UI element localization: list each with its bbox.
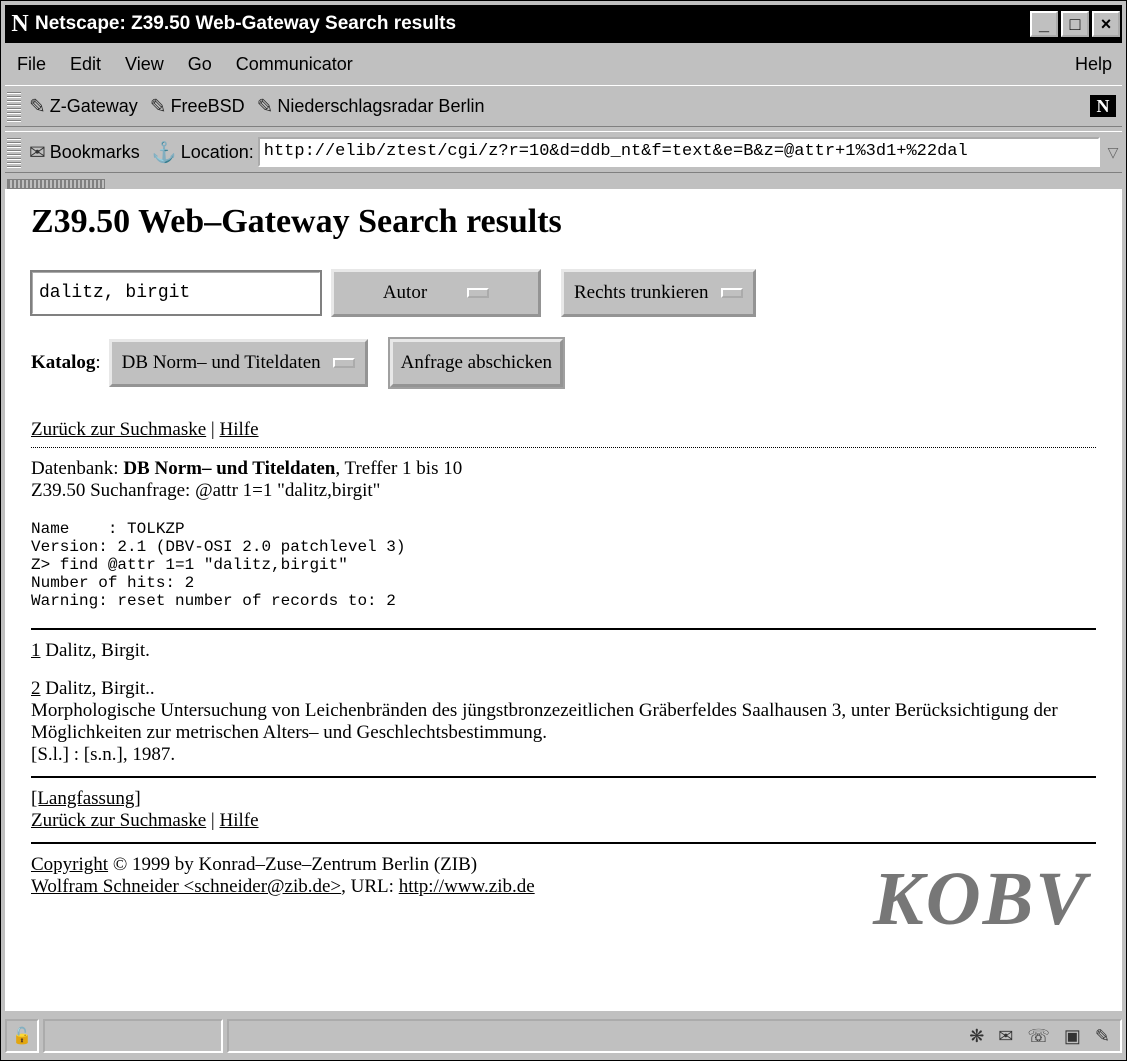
record-link[interactable]: 1 xyxy=(31,640,41,661)
back-to-search-link[interactable]: Zurück zur Suchmaske xyxy=(31,419,206,440)
field-select[interactable]: Autor xyxy=(331,269,541,317)
record-link[interactable]: 2 xyxy=(31,678,41,699)
long-format-row: [Langfassung] xyxy=(31,788,1096,810)
search-row: dalitz, birgit Autor Rechts trunkieren xyxy=(30,269,1096,317)
bookmark-icon: ✎ xyxy=(149,95,167,118)
personal-toolbar: ✎ Z-Gateway ✎ FreeBSD ✎ Niederschlagsradar … xyxy=(5,85,1122,127)
minimize-button[interactable]: _ xyxy=(1030,11,1058,37)
security-lock-icon[interactable]: 🔓 xyxy=(5,1019,39,1053)
menu-help[interactable]: Help xyxy=(1075,54,1122,75)
status-message: ❋ ✉ ☏ ▣ ✎ xyxy=(227,1019,1122,1053)
title-bar: N Netscape: Z39.50 Web-Gateway Search re… xyxy=(5,5,1122,43)
toolbar-grip[interactable] xyxy=(7,90,21,122)
url-dropdown-icon[interactable]: ▽ xyxy=(1104,137,1122,167)
db-hits: , Treffer 1 bis 10 xyxy=(335,458,463,479)
menu-file[interactable]: File xyxy=(5,54,58,75)
page-content: Z39.50 Web–Gateway Search results dalitz… xyxy=(5,189,1122,1011)
toolbar-collapse-tab[interactable] xyxy=(7,179,105,189)
network-icon[interactable]: ❋ xyxy=(969,1026,984,1047)
url-prefix: , URL: xyxy=(341,876,399,897)
browser-window: N Netscape: Z39.50 Web-Gateway Search re… xyxy=(0,0,1127,1061)
record-imprint: [S.l.] : [s.n.], 1987. xyxy=(31,744,176,765)
catalog-colon: : xyxy=(95,352,101,373)
location-label: ⚓ Location: xyxy=(152,140,254,165)
netscape-n-icon[interactable]: N xyxy=(1090,95,1116,117)
truncation-select-value: Rechts trunkieren xyxy=(574,282,709,303)
location-text: Location: xyxy=(180,141,254,162)
maximize-button[interactable]: □ xyxy=(1061,11,1089,37)
mail-icon[interactable]: ✉ xyxy=(998,1026,1013,1047)
divider xyxy=(31,447,1096,448)
link-separator: | xyxy=(210,810,215,831)
bookmark-label: Niederschlagsradar Berlin xyxy=(277,95,485,116)
bottom-links: Zurück zur Suchmaske | Hilfe xyxy=(31,810,1096,832)
close-button[interactable]: × xyxy=(1092,11,1120,37)
menu-bar: File Edit View Go Communicator Help xyxy=(5,47,1122,81)
select-indicator-icon xyxy=(467,288,490,298)
progress-cell xyxy=(43,1019,223,1053)
truncation-select[interactable]: Rechts trunkieren xyxy=(561,269,756,317)
zib-url-link[interactable]: http://www.zib.de xyxy=(399,876,535,897)
location-toolbar: ✉ Bookmarks ⚓ Location: http://elib/ztest/… xyxy=(5,131,1122,173)
catalog-select-value: DB Norm– und Titeldaten xyxy=(121,352,321,373)
menu-edit[interactable]: Edit xyxy=(58,54,113,75)
component-bar: ❋ ✉ ☏ ▣ ✎ xyxy=(969,1021,1120,1051)
edit-icon[interactable]: ✎ xyxy=(1095,1026,1110,1047)
query-info: Z39.50 Suchanfrage: @attr 1=1 "dalitz,bi… xyxy=(31,480,381,501)
page-title: Z39.50 Web–Gateway Search results xyxy=(31,203,562,240)
long-format-link[interactable]: [Langfassung] xyxy=(31,788,141,809)
menu-go[interactable]: Go xyxy=(176,54,224,75)
bookmark-icon: ✎ xyxy=(256,95,274,118)
record-title: Morphologische Untersuchung von Leichenb… xyxy=(31,700,1058,743)
menu-view[interactable]: View xyxy=(113,54,176,75)
bookmark-label: FreeBSD xyxy=(170,95,245,116)
help-link[interactable]: Hilfe xyxy=(219,419,258,440)
db-name: DB Norm– und Titeldaten xyxy=(123,458,336,479)
server-log: Name : TOLKZP Version: 2.1 (DBV-OSI 2.0 … xyxy=(31,520,406,610)
db-prefix: Datenbank: xyxy=(31,458,124,479)
submit-button[interactable]: Anfrage abschicken xyxy=(387,337,566,389)
footer: Copyright © 1999 by Konrad–Zuse–Zentrum … xyxy=(31,854,1096,941)
divider xyxy=(31,628,1096,630)
bookmark-z-gateway[interactable]: ✎ Z-Gateway xyxy=(29,94,138,119)
bookmarks-icon: ✉ xyxy=(29,141,46,164)
status-bar: 🔓 ❋ ✉ ☏ ▣ ✎ xyxy=(5,1015,1122,1057)
copyright-link[interactable]: Copyright xyxy=(31,854,108,875)
top-links: Zurück zur Suchmaske | Hilfe xyxy=(31,419,1096,441)
bookmark-icon: ✎ xyxy=(29,95,46,118)
menu-communicator[interactable]: Communicator xyxy=(224,54,365,75)
copyright-text: © 1999 by Konrad–Zuse–Zentrum Berlin (ZI… xyxy=(108,854,478,875)
divider xyxy=(31,776,1096,778)
location-icon: ⚓ xyxy=(151,141,177,164)
window-title: Netscape: Z39.50 Web-Gateway Search resu… xyxy=(35,13,457,34)
record-2: 2 Dalitz, Birgit.. Morphologische Unters… xyxy=(31,678,1096,766)
discussion-icon[interactable]: ☏ xyxy=(1027,1026,1050,1047)
link-separator: | xyxy=(210,419,215,440)
record-1: 1 Dalitz, Birgit. xyxy=(31,640,1096,662)
toolbar-grip[interactable] xyxy=(7,136,21,168)
netscape-logo-icon: N xyxy=(11,10,29,37)
bookmark-label: Z-Gateway xyxy=(49,95,138,116)
database-info: Datenbank: DB Norm– und Titeldaten, Tref… xyxy=(31,458,1096,480)
help-link[interactable]: Hilfe xyxy=(219,810,258,831)
author-email-link[interactable]: Wolfram Schneider <schneider@zib.de> xyxy=(31,876,341,897)
composer-icon[interactable]: ▣ xyxy=(1064,1026,1081,1047)
select-indicator-icon xyxy=(720,288,743,298)
record-author: Dalitz, Birgit. xyxy=(40,640,150,661)
bookmarks-button[interactable]: ✉ Bookmarks xyxy=(29,140,140,165)
search-input[interactable]: dalitz, birgit xyxy=(30,270,322,316)
catalog-select[interactable]: DB Norm– und Titeldaten xyxy=(108,339,368,387)
record-author: Dalitz, Birgit.. xyxy=(40,678,155,699)
select-indicator-icon xyxy=(332,358,355,368)
bookmarks-label: Bookmarks xyxy=(49,141,140,162)
divider xyxy=(31,842,1096,844)
url-input[interactable]: http://elib/ztest/cgi/z?r=10&d=ddb_nt&f=… xyxy=(257,137,1100,167)
catalog-label: Katalog xyxy=(31,352,96,373)
back-to-search-link[interactable]: Zurück zur Suchmaske xyxy=(31,810,206,831)
bookmark-freebsd[interactable]: ✎ FreeBSD xyxy=(150,94,245,119)
bookmark-niederschlagsradar[interactable]: ✎ Niederschlagsradar Berlin xyxy=(257,94,485,119)
catalog-row: Katalog: DB Norm– und Titeldaten Anfrage… xyxy=(31,337,1096,389)
field-select-value: Autor xyxy=(382,282,428,303)
kobv-logo: KOBV xyxy=(873,857,1088,941)
